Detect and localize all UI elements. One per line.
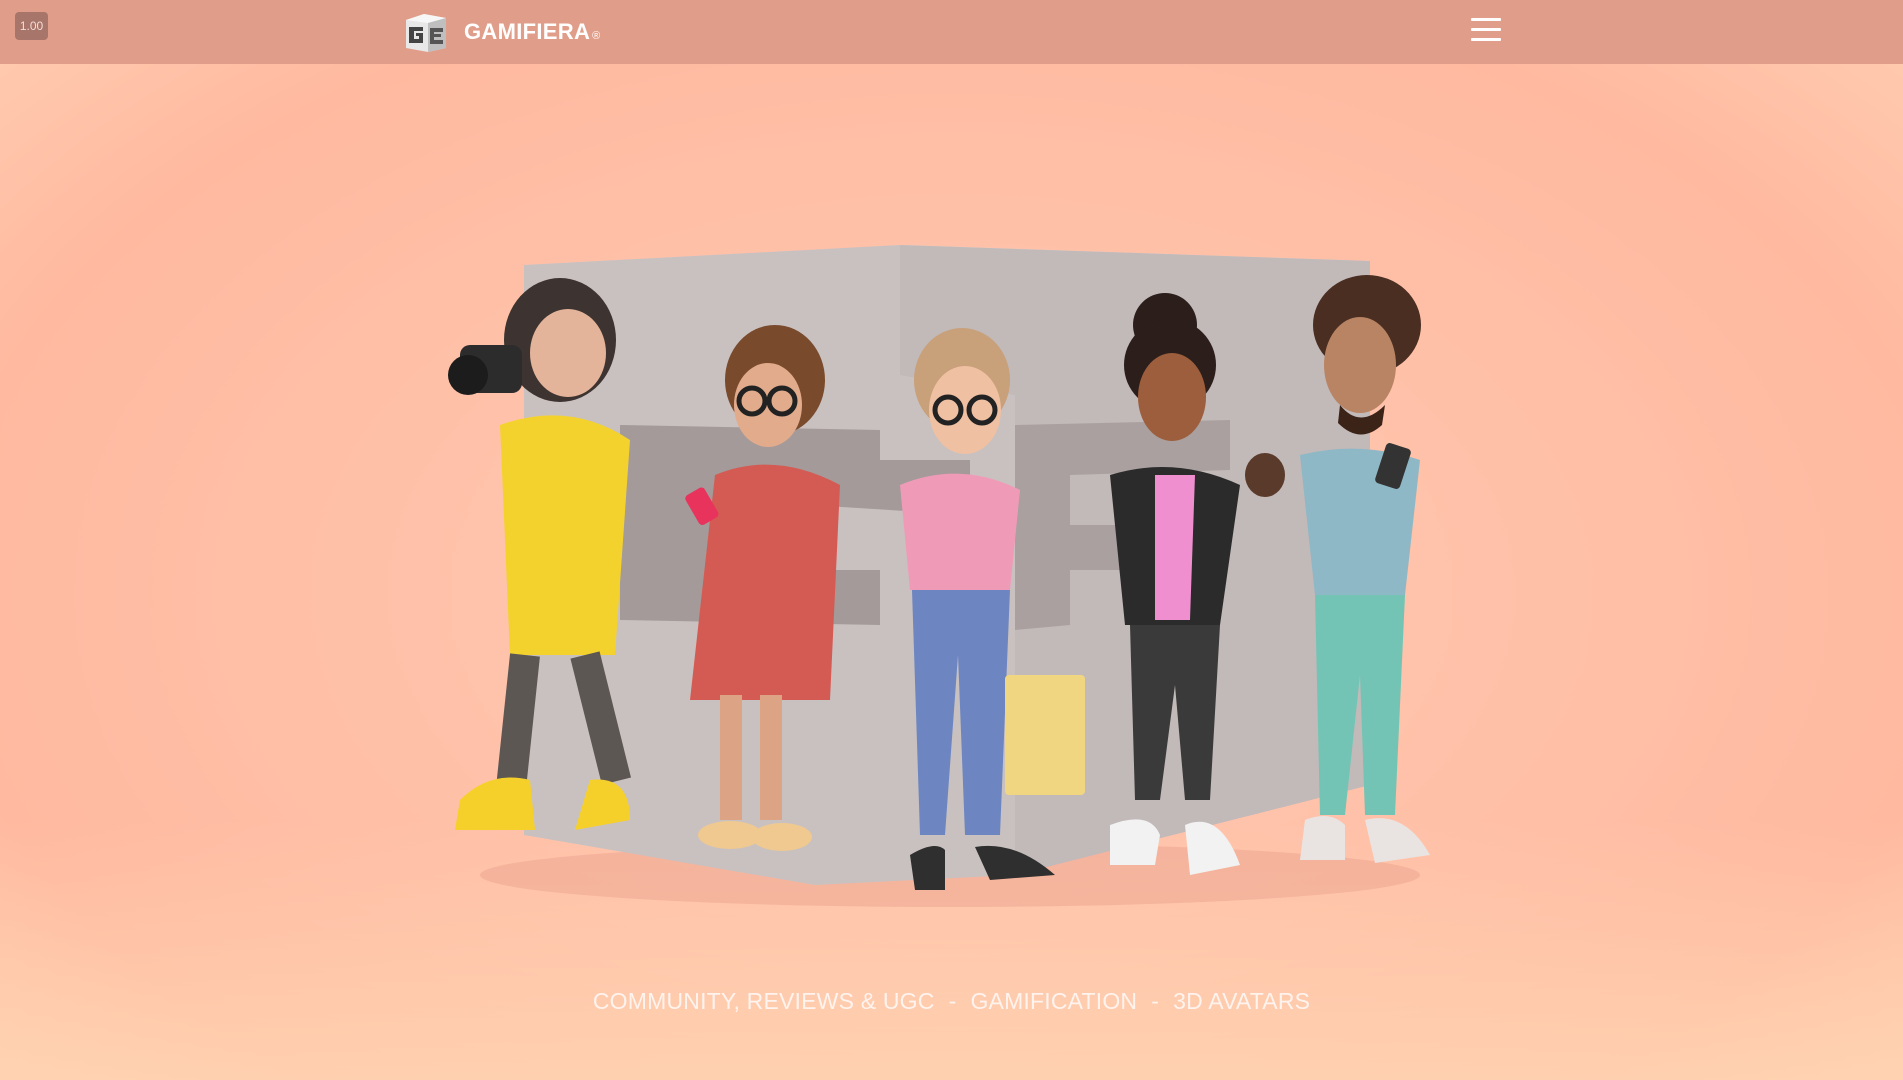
hero-tagline: COMMUNITY, REVIEWS & UGC - GAMIFICATION -3D…: [0, 988, 1903, 1015]
gamifiera-logo-icon: [406, 14, 446, 52]
hero-illustration: [448, 245, 1430, 907]
tagline-community: COMMUNITY, REVIEWS & UGC: [592, 988, 935, 1014]
zoom-level-badge: 1.00: [15, 12, 48, 40]
brand-home-link[interactable]: GAMIFIERA ®: [402, 12, 600, 52]
tagline-separator: -: [948, 988, 957, 1014]
hamburger-menu-icon[interactable]: [1468, 14, 1504, 46]
tagline-separator: -: [1151, 988, 1160, 1014]
brand-name: GAMIFIERA: [464, 19, 591, 44]
tagline-3d-avatars: 3D AVATARS: [1173, 988, 1311, 1014]
tagline-gamification: GAMIFICATION: [970, 988, 1138, 1014]
top-navigation-bar: 1.00 GAMIFIERA ®: [0, 0, 1903, 64]
registered-mark: ®: [592, 30, 601, 42]
